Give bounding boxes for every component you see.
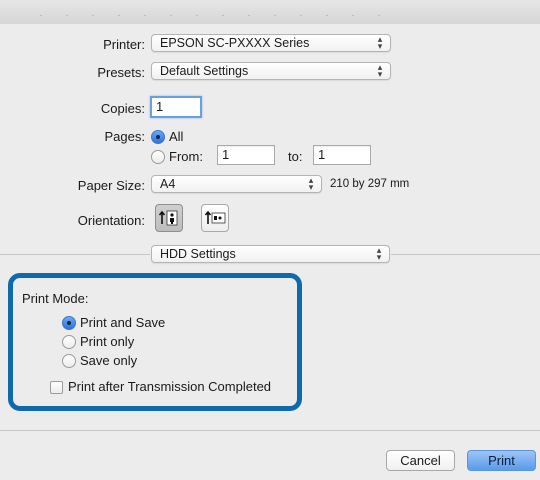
paper-size-label: Paper Size: (77, 178, 145, 193)
paper-size-popup[interactable]: A4 ▴ ▾ (151, 175, 322, 193)
print-after-transmission-checkbox[interactable] (50, 381, 63, 394)
pages-from-radio[interactable] (151, 150, 165, 164)
cancel-button[interactable]: Cancel (386, 450, 455, 471)
paper-size-popup-value: A4 (160, 177, 176, 191)
pages-to-field[interactable]: 1 (313, 145, 371, 165)
copies-field[interactable]: 1 (150, 96, 202, 118)
print-mode-option-label: Save only (80, 353, 138, 368)
presets-popup-value: Default Settings (160, 64, 249, 78)
print-button[interactable]: Print (467, 450, 536, 471)
print-mode-radio-print-only[interactable] (62, 335, 76, 349)
printer-label: Printer: (103, 37, 145, 52)
updown-chevron-icon: ▴ ▾ (377, 62, 383, 79)
window-titlebar (0, 0, 540, 24)
print-mode-option-label: Print only (80, 334, 135, 349)
orientation-label: Orientation: (77, 213, 145, 228)
print-mode-radio-print-and-save[interactable] (62, 316, 76, 330)
section-popup[interactable]: HDD Settings ▴ ▾ (151, 245, 390, 263)
paper-size-dimensions: 210 by 297 mm (330, 178, 410, 190)
print-after-transmission-label: Print after Transmission Completed (68, 379, 272, 394)
bottom-separator (0, 430, 540, 431)
printer-popup[interactable]: EPSON SC-PXXXX Series ▴ ▾ (151, 34, 391, 52)
updown-chevron-icon: ▴ ▾ (377, 34, 383, 51)
presets-popup[interactable]: Default Settings ▴ ▾ (151, 62, 391, 80)
presets-label: Presets: (97, 65, 145, 80)
print-mode-radio-save-only[interactable] (62, 354, 76, 368)
pages-label: Pages: (104, 129, 145, 144)
landscape-orientation-icon (204, 210, 226, 224)
titlebar-divider (40, 15, 380, 16)
printer-popup-value: EPSON SC-PXXXX Series (160, 36, 310, 50)
pages-to-label: to: (288, 149, 303, 164)
section-popup-value: HDD Settings (160, 247, 236, 261)
portrait-orientation-icon (158, 210, 178, 226)
pages-all-label: All (169, 129, 184, 144)
updown-chevron-icon: ▴ ▾ (308, 175, 314, 192)
pages-from-field[interactable]: 1 (217, 145, 275, 165)
pages-all-radio[interactable] (151, 130, 165, 144)
pages-from-label: From: (169, 149, 203, 164)
updown-chevron-icon: ▴ ▾ (376, 245, 382, 262)
print-mode-option-label: Print and Save (80, 315, 166, 330)
copies-label: Copies: (100, 101, 145, 116)
print-mode-label: Print Mode: (22, 291, 89, 306)
section-separator-right (391, 254, 540, 255)
section-separator-left (0, 254, 150, 255)
landscape-orientation-button[interactable] (201, 204, 229, 232)
portrait-orientation-button[interactable] (155, 204, 183, 232)
